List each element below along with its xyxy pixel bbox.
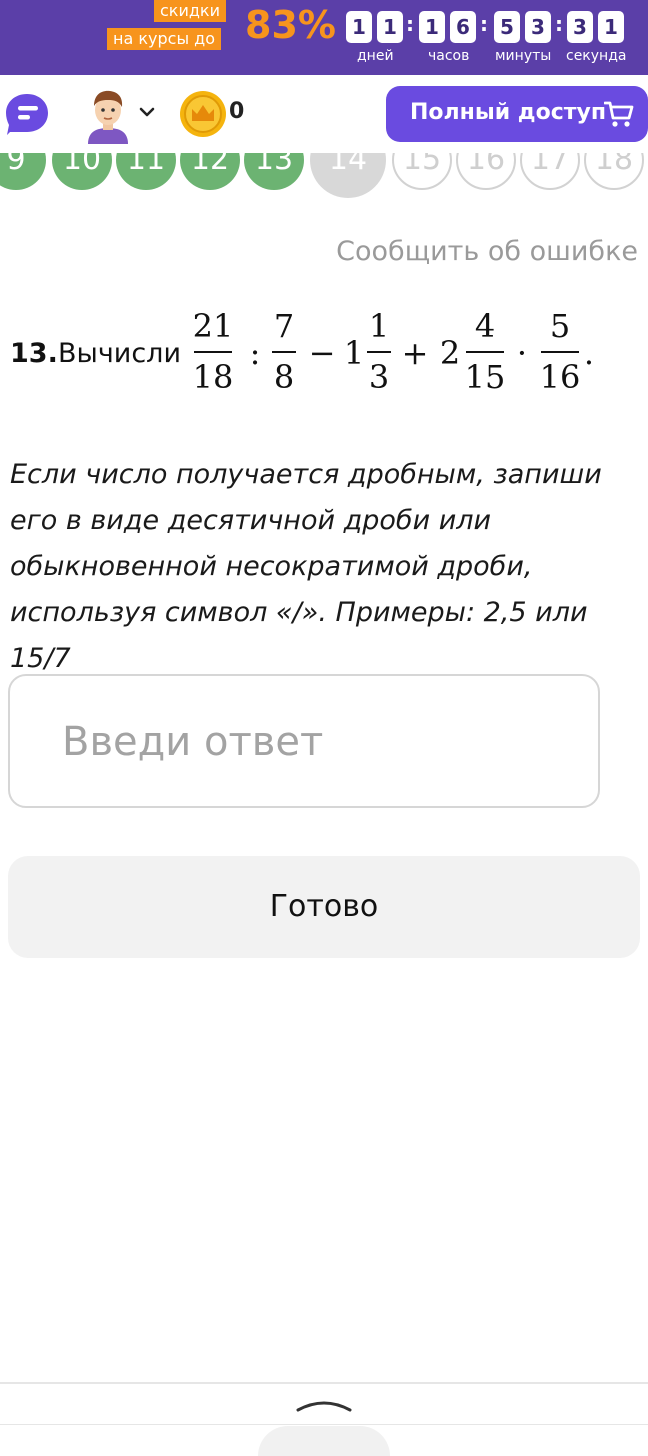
page-11[interactable]: 11 (116, 153, 176, 190)
timer-unit-minutes: минуты (495, 48, 552, 64)
coin-icon (180, 91, 226, 137)
chat-icon[interactable] (4, 92, 50, 136)
submit-button[interactable]: Готово (8, 856, 640, 958)
page-16[interactable]: 16 (456, 153, 516, 190)
frac1-denominator: 18 (193, 358, 234, 396)
page-13[interactable]: 13 (244, 153, 304, 190)
mixed2-denominator: 15 (465, 358, 506, 396)
task-pager: 9 10 11 12 13 14 15 16 17 18 (0, 153, 648, 200)
mixed1-whole: 1 (344, 334, 364, 372)
page-17[interactable]: 17 (520, 153, 580, 190)
fraction-bar (194, 351, 232, 353)
coin-count: 0 (229, 99, 245, 124)
chevron-up-icon[interactable] (294, 1392, 354, 1416)
timer-digit-seconds-1: 3 (567, 11, 593, 43)
timer-digit-seconds-2: 1 (598, 11, 624, 43)
mixed1-numerator: 1 (369, 307, 389, 345)
timer-digit-hours-2: 6 (450, 11, 476, 43)
promo-percent: 83% (245, 3, 336, 47)
timer-digit-hours-1: 1 (419, 11, 445, 43)
promo-label-discount: скидки (154, 0, 226, 22)
answer-format-hint: Если число получается дробным, запиши ег… (10, 459, 602, 674)
divider (0, 1424, 648, 1425)
expression-end: . (584, 334, 594, 372)
math-expression: 21 18 : 7 8 − 1 1 3 + 2 4 15 · 5 16 . (193, 307, 594, 396)
timer-unit-hours: часов (428, 48, 470, 64)
answer-input[interactable] (62, 712, 562, 772)
frac3-numerator: 5 (550, 307, 570, 345)
full-access-label: Полный доступ (410, 100, 607, 125)
fraction-bar (466, 351, 504, 353)
frac3-denominator: 16 (540, 358, 581, 396)
timer-digit-days-1: 1 (346, 11, 372, 43)
timer-unit-days: дней (357, 48, 394, 64)
operator-multiply: · (517, 334, 527, 372)
mixed2-whole: 2 (440, 334, 460, 372)
operator-plus: + (402, 334, 429, 372)
fraction-bar (367, 351, 391, 353)
page-12[interactable]: 12 (180, 153, 240, 190)
timer-digit-minutes-2: 3 (525, 11, 551, 43)
chevron-down-icon[interactable] (138, 104, 156, 120)
timer-separator: : (480, 12, 488, 36)
avatar[interactable] (84, 88, 132, 144)
frac1-numerator: 21 (193, 307, 234, 345)
timer-digit-days-2: 1 (377, 11, 403, 43)
operator-minus: − (309, 334, 336, 372)
page-14-current[interactable]: 14 (310, 153, 386, 198)
page-15[interactable]: 15 (392, 153, 452, 190)
timer-unit-seconds: секунда (566, 48, 627, 64)
task-statement: 13. Вычисли 21 18 : 7 8 − 1 1 3 + 2 4 15… (10, 306, 640, 398)
full-access-button[interactable]: Полный доступ (386, 86, 648, 142)
bottom-sheet-handle[interactable] (258, 1426, 390, 1456)
promo-label-courses: на курсы до (107, 28, 222, 50)
timer-separator: : (406, 12, 414, 36)
fraction-bar (272, 351, 296, 353)
timer-digit-minutes-1: 5 (494, 11, 520, 43)
cart-icon (604, 101, 634, 127)
mixed1-denominator: 3 (369, 358, 389, 396)
page-18[interactable]: 18 (584, 153, 644, 190)
fraction-bar (541, 351, 579, 353)
answer-field-box[interactable] (8, 674, 600, 808)
frac2-denominator: 8 (274, 358, 294, 396)
frac2-numerator: 7 (274, 307, 294, 345)
operator-divide: : (250, 334, 261, 372)
page-9[interactable]: 9 (0, 153, 46, 190)
mixed2-numerator: 4 (475, 307, 495, 345)
promo-banner[interactable]: скидки на курсы до 83% 1 1 : 1 6 : 5 3 :… (0, 0, 648, 75)
page-10[interactable]: 10 (52, 153, 112, 190)
report-error-link[interactable]: Сообщить об ошибке (336, 236, 638, 267)
timer-separator: : (555, 12, 563, 36)
